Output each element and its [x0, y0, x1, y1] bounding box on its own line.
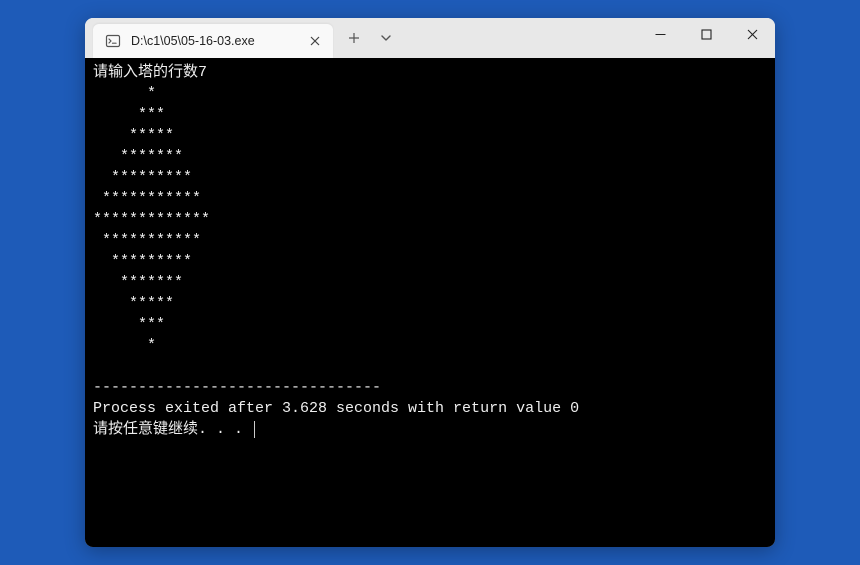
tab-dropdown-button[interactable] [371, 23, 401, 53]
pattern-line: *********** [93, 232, 201, 249]
close-tab-icon[interactable] [307, 33, 323, 49]
prompt-value: 7 [198, 64, 207, 81]
new-tab-button[interactable] [339, 23, 369, 53]
pattern-line: ********* [93, 253, 192, 270]
tabs-area: D:\c1\05\05-16-03.exe [85, 18, 637, 58]
maximize-button[interactable] [683, 18, 729, 50]
pattern-line: ********* [93, 169, 192, 186]
continue-prompt: 请按任意键继续. . . [93, 421, 252, 438]
prompt-label: 请输入塔的行数 [93, 64, 198, 81]
window-controls [637, 18, 775, 58]
terminal-window: D:\c1\05\05-16-03.exe [85, 18, 775, 547]
pattern-line: *** [93, 316, 165, 333]
pattern-line: ******* [93, 148, 183, 165]
separator-line: -------------------------------- [93, 379, 381, 396]
pattern-line: ***** [93, 127, 174, 144]
close-button[interactable] [729, 18, 775, 50]
pattern-line: ***** [93, 295, 174, 312]
terminal-output[interactable]: 请输入塔的行数7 * *** ***** ******* ********* *… [85, 58, 775, 547]
titlebar: D:\c1\05\05-16-03.exe [85, 18, 775, 58]
terminal-icon [105, 33, 121, 49]
pattern-line: ******* [93, 274, 183, 291]
pattern-line: * [93, 337, 156, 354]
pattern-line: ************* [93, 211, 210, 228]
pattern-line: *********** [93, 190, 201, 207]
exit-status-line: Process exited after 3.628 seconds with … [93, 400, 579, 417]
tab-active[interactable]: D:\c1\05\05-16-03.exe [93, 24, 333, 58]
pattern-line: * [93, 85, 156, 102]
cursor [254, 421, 255, 438]
pattern-line: *** [93, 106, 165, 123]
tab-title: D:\c1\05\05-16-03.exe [131, 34, 297, 48]
minimize-button[interactable] [637, 18, 683, 50]
